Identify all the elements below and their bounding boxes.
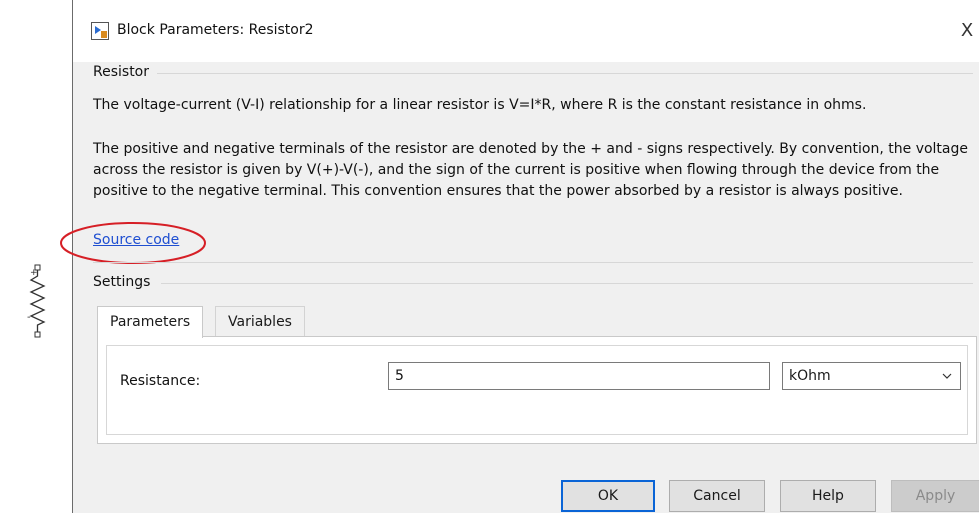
description-group-title: Resistor	[93, 64, 149, 80]
close-button[interactable]: X	[955, 16, 979, 46]
description-paragraph-2: The positive and negative terminals of t…	[93, 141, 968, 199]
block-parameters-dialog: Block Parameters: Resistor2 X Resistor T…	[60, 0, 979, 513]
parameters-panel: Resistance: kOhm	[97, 336, 977, 444]
resistor-block-icon[interactable]: + -	[26, 262, 50, 340]
window-title: Block Parameters: Resistor2	[117, 22, 314, 38]
source-code-link[interactable]: Source code	[93, 232, 179, 248]
tab-variables[interactable]: Variables	[215, 306, 305, 336]
ok-button[interactable]: OK	[561, 480, 655, 512]
resistance-input[interactable]	[388, 362, 770, 390]
chevron-down-icon	[942, 373, 952, 379]
title-bar: Block Parameters: Resistor2 X	[73, 0, 979, 62]
group-divider	[161, 283, 973, 284]
parameters-inner-panel: Resistance: kOhm	[106, 345, 968, 435]
tab-parameters[interactable]: Parameters	[97, 306, 204, 338]
svg-text:-: -	[27, 312, 31, 323]
group-divider	[157, 73, 973, 74]
settings-group-title: Settings	[93, 274, 151, 290]
help-button[interactable]: Help	[780, 480, 876, 512]
cancel-button[interactable]: Cancel	[669, 480, 765, 512]
simulink-block-icon	[91, 22, 109, 40]
resistance-unit-select[interactable]: kOhm	[782, 362, 961, 390]
section-divider	[93, 262, 973, 263]
unit-value: kOhm	[789, 368, 831, 384]
resistance-label: Resistance:	[120, 373, 201, 389]
apply-button[interactable]: Apply	[891, 480, 979, 512]
description-paragraph-1: The voltage-current (V-I) relationship f…	[93, 97, 867, 113]
